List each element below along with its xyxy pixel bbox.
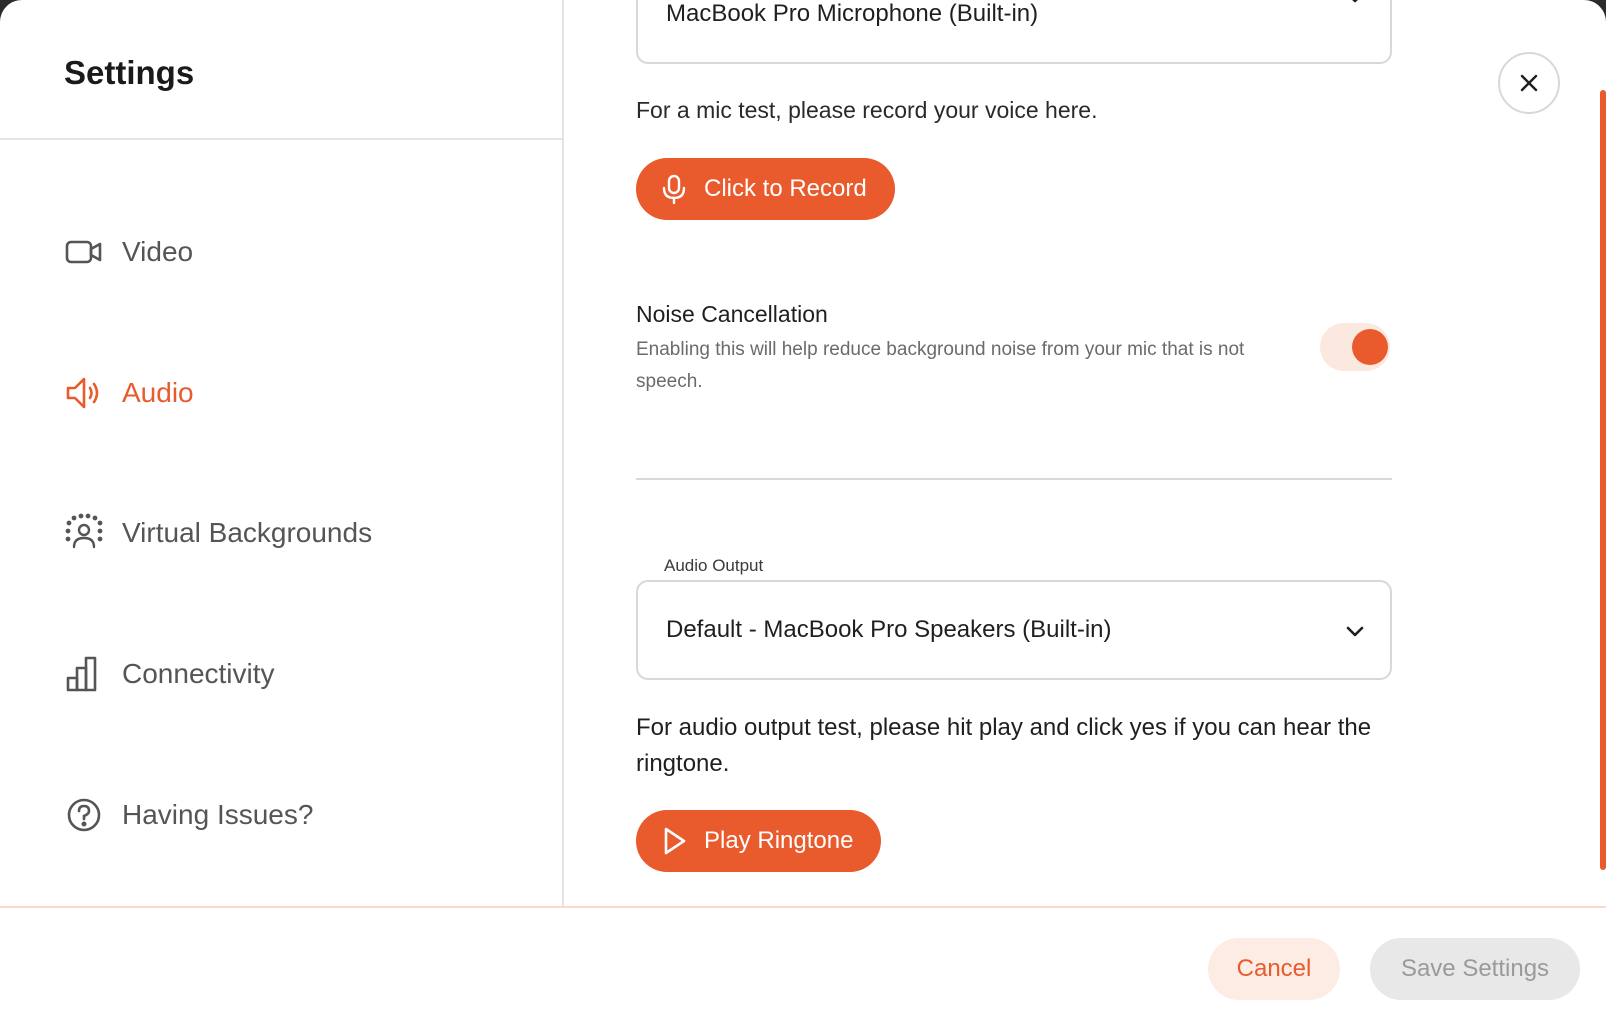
close-icon <box>1520 74 1538 92</box>
virtual-background-icon <box>65 513 103 549</box>
settings-footer: Cancel Save Settings <box>0 906 1606 1020</box>
sidebar-item-having-issues[interactable]: Having Issues? <box>64 795 313 835</box>
page-title: Settings <box>64 54 195 91</box>
chevron-down-icon <box>1346 626 1364 637</box>
microphone-select-value: MacBook Pro Microphone (Built-in) <box>666 0 1039 27</box>
sidebar-item-label: Audio <box>122 377 194 408</box>
content-scrollbar[interactable] <box>1600 90 1606 870</box>
play-ringtone-button[interactable]: Play Ringtone <box>636 810 882 872</box>
settings-modal: Settings Video Audio Virtual Backgrounds… <box>0 0 1606 1020</box>
record-button-label: Click to Record <box>704 175 867 202</box>
noise-cancellation-title: Noise Cancellation <box>636 301 828 327</box>
video-camera-icon <box>65 240 102 264</box>
signal-bars-icon <box>66 656 97 692</box>
sidebar-item-label: Connectivity <box>122 658 275 689</box>
play-ringtone-label: Play Ringtone <box>704 827 854 854</box>
toggle-knob <box>1352 329 1388 365</box>
sidebar-header: Settings <box>0 0 562 140</box>
noise-cancellation-toggle[interactable] <box>1320 323 1390 371</box>
speaker-icon <box>66 377 99 409</box>
audio-settings-panel: MacBook Pro Microphone (Built-in) For a … <box>566 0 1606 906</box>
play-icon <box>664 827 686 855</box>
sidebar-item-label: Virtual Backgrounds <box>122 517 373 548</box>
sidebar-item-connectivity[interactable]: Connectivity <box>64 654 275 694</box>
audio-output-label: Audio Output <box>656 556 772 576</box>
sidebar-item-label: Video <box>122 236 194 267</box>
sidebar-item-label: Having Issues? <box>122 799 314 830</box>
mic-test-instructions: For a mic test, please record your voice… <box>636 97 1098 123</box>
settings-sidebar: Settings Video Audio Virtual Backgrounds… <box>0 0 564 906</box>
question-circle-icon <box>67 798 101 832</box>
chevron-down-icon <box>1352 0 1358 3</box>
output-test-instructions: For audio output test, please hit play a… <box>636 714 1372 777</box>
audio-output-select[interactable]: Default - MacBook Pro Speakers (Built-in… <box>636 580 1392 680</box>
close-button[interactable] <box>1498 52 1560 114</box>
record-button[interactable]: Click to Record <box>636 158 895 220</box>
sidebar-item-audio[interactable]: Audio <box>64 373 194 413</box>
save-settings-button[interactable]: Save Settings <box>1370 938 1580 1000</box>
sidebar-item-virtual-backgrounds[interactable]: Virtual Backgrounds <box>64 513 372 553</box>
cancel-button[interactable]: Cancel <box>1208 938 1340 1000</box>
noise-cancellation-description: Enabling this will help reduce backgroun… <box>636 339 1245 392</box>
sidebar-item-video[interactable]: Video <box>64 232 193 272</box>
audio-output-select-value: Default - MacBook Pro Speakers (Built-in… <box>666 616 1112 643</box>
microphone-select[interactable]: MacBook Pro Microphone (Built-in) <box>636 0 1392 64</box>
section-divider <box>636 478 1392 480</box>
microphone-icon <box>662 174 686 205</box>
